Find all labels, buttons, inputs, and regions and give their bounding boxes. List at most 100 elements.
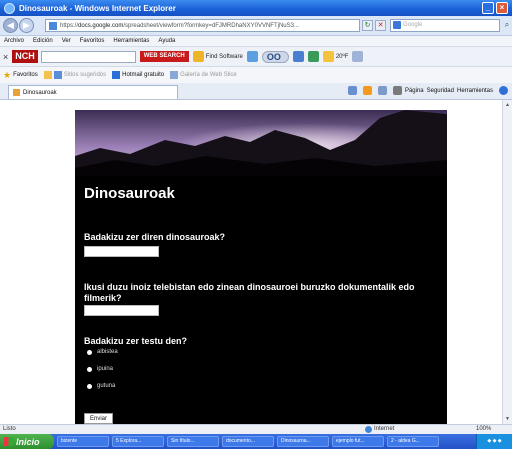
search-placeholder: Google	[403, 22, 423, 28]
security-zone-label: Internet	[374, 426, 395, 432]
scroll-up-icon[interactable]: ▲	[504, 101, 511, 109]
form-title: Dinosauroak	[84, 185, 175, 202]
weather-icon	[322, 51, 334, 62]
status-text: Listo	[3, 426, 16, 432]
close-button[interactable]: ×	[496, 2, 508, 14]
favorites-star-icon[interactable]: ★	[3, 70, 11, 81]
help-icon[interactable]	[499, 86, 508, 95]
menu-ayuda[interactable]: Ayuda	[158, 38, 175, 44]
hotmail-link[interactable]: Hotmail gratuito	[122, 72, 164, 78]
web-search-button[interactable]: WEB SEARCH	[139, 51, 189, 62]
start-button[interactable]: Inicio	[0, 434, 54, 449]
minimize-button[interactable]: _	[482, 2, 494, 14]
tab-dinosauroak[interactable]: Dinosauroak	[8, 85, 178, 99]
add-favorite-icon[interactable]	[43, 71, 52, 79]
windows-taskbar: Inicio bizente 5 Explora... Sin título..…	[0, 434, 512, 449]
option-label: albistea	[97, 349, 118, 355]
radio-button[interactable]	[87, 366, 92, 372]
page-menu[interactable]: Página	[405, 88, 424, 94]
vertical-scrollbar[interactable]: ▲ ▼	[502, 100, 512, 424]
option-ipuina[interactable]: ipuina	[87, 366, 113, 372]
close-toolbar-icon[interactable]: ×	[3, 52, 8, 62]
nch-toolbar: × NCH WEB SEARCH Find Software OO 20ºF	[0, 47, 512, 67]
home-icon[interactable]	[347, 86, 357, 95]
toolbar-segment-pill[interactable]: OO	[261, 50, 289, 63]
menu-herramientas[interactable]: Herramientas	[113, 38, 149, 44]
taskbar-item[interactable]: ejemplo fut...	[332, 436, 384, 447]
print-icon[interactable]	[392, 86, 402, 95]
taskbar-item[interactable]: Sin título...	[167, 436, 219, 447]
question-2-label: Ikusi duzu inoiz telebistan edo zinean d…	[84, 282, 415, 303]
suggested-sites-link[interactable]: Sitios sugeridos	[64, 72, 106, 78]
menu-archivo[interactable]: Archivo	[4, 38, 24, 44]
scroll-down-icon[interactable]: ▼	[504, 415, 511, 423]
green-app-icon[interactable]	[307, 51, 319, 62]
menu-ver[interactable]: Ver	[62, 38, 71, 44]
radio-button[interactable]	[87, 383, 92, 389]
question-3-label: Badakizu zer testu den?	[84, 336, 188, 346]
monitor-icon[interactable]	[246, 51, 258, 62]
screen-icon[interactable]	[352, 51, 364, 62]
address-field[interactable]: https:// docs.google.com /spreadsheet/vi…	[45, 19, 360, 32]
submit-button[interactable]: Enviar	[84, 413, 114, 424]
menu-edicion[interactable]: Edición	[33, 38, 53, 44]
option-label: gutuna	[97, 383, 116, 389]
refresh-icon[interactable]: ↻	[362, 20, 373, 31]
search-input[interactable]: Google	[390, 19, 500, 32]
forward-button[interactable]: ▶	[19, 18, 34, 33]
google-icon	[393, 21, 401, 29]
url-domain: docs.google.com	[78, 22, 124, 29]
web-slice-icon	[170, 71, 179, 79]
menu-bar: Archivo Edición Ver Favoritos Herramient…	[0, 36, 512, 47]
address-toolbar: ◀ ▶ https:// docs.google.com /spreadshee…	[0, 16, 512, 36]
toolbar-search-input[interactable]	[40, 50, 136, 63]
status-bar: Listo Internet 100%	[0, 424, 512, 434]
find-software-button[interactable]: Find Software	[206, 54, 243, 60]
radio-button[interactable]	[87, 349, 92, 355]
question-1-input[interactable]	[84, 246, 159, 257]
google-form: Dinosauroak Badakizu zer diren dinosauro…	[75, 110, 447, 424]
start-label: Inicio	[16, 436, 40, 447]
tab-favicon	[13, 89, 20, 96]
taskbar-item[interactable]: bizente	[57, 436, 109, 447]
tools-menu[interactable]: Herramientas	[457, 88, 493, 94]
favorites-button[interactable]: Favoritos	[13, 72, 38, 78]
menu-favoritos[interactable]: Favoritos	[80, 38, 105, 44]
tab-label: Dinosauroak	[23, 89, 57, 96]
question-2-input[interactable]	[84, 305, 159, 316]
url-path: /spreadsheet/viewform?formkey=dFJMRDhaNX…	[123, 22, 299, 29]
nch-logo: NCH	[12, 50, 38, 63]
safety-menu[interactable]: Seguridad	[427, 88, 454, 94]
search-icon[interactable]: ⌕	[502, 20, 512, 31]
find-software-icon	[192, 51, 204, 62]
taskbar-item[interactable]: Dinosauroa...	[277, 436, 329, 447]
option-gutuna[interactable]: gutuna	[87, 383, 115, 389]
grid-icon[interactable]	[292, 51, 304, 62]
back-button[interactable]: ◀	[3, 18, 18, 33]
temperature-label: 20ºF	[335, 53, 349, 60]
window-titlebar: Dinosauroak - Windows Internet Explorer …	[0, 0, 512, 16]
windows-flag-icon	[4, 437, 13, 446]
window-title: Dinosauroak - Windows Internet Explorer	[19, 3, 176, 13]
option-albistea[interactable]: albistea	[87, 349, 118, 355]
mountain-header-image	[75, 110, 447, 176]
web-slice-gallery-link[interactable]: Galería de Web Slice	[180, 72, 237, 78]
mail-icon[interactable]	[377, 86, 387, 95]
zoom-level[interactable]: 100%	[476, 426, 491, 432]
option-label: ipuina	[97, 366, 114, 372]
system-tray[interactable]: ◆ ◆ ◆	[476, 434, 512, 449]
taskbar-item[interactable]: documento...	[222, 436, 274, 447]
command-bar: Página Seguridad Herramientas	[342, 86, 508, 95]
ie-logo-icon	[4, 2, 15, 14]
internet-zone-icon	[365, 426, 372, 433]
taskbar-item[interactable]: 5 Explora...	[112, 436, 164, 447]
feeds-icon[interactable]	[362, 86, 372, 95]
stop-icon[interactable]: ✕	[375, 20, 386, 31]
suggested-sites-icon	[53, 71, 62, 79]
taskbar-item[interactable]: 2 - aldea G...	[387, 436, 439, 447]
question-1-label: Badakizu zer diren dinosauroak?	[84, 232, 226, 242]
oo-icon: OO	[266, 51, 281, 62]
favorites-bar: ★ Favoritos Sitios sugeridos Hotmail gra…	[0, 67, 512, 83]
url-scheme: https://	[60, 22, 79, 29]
page-icon	[49, 21, 57, 30]
